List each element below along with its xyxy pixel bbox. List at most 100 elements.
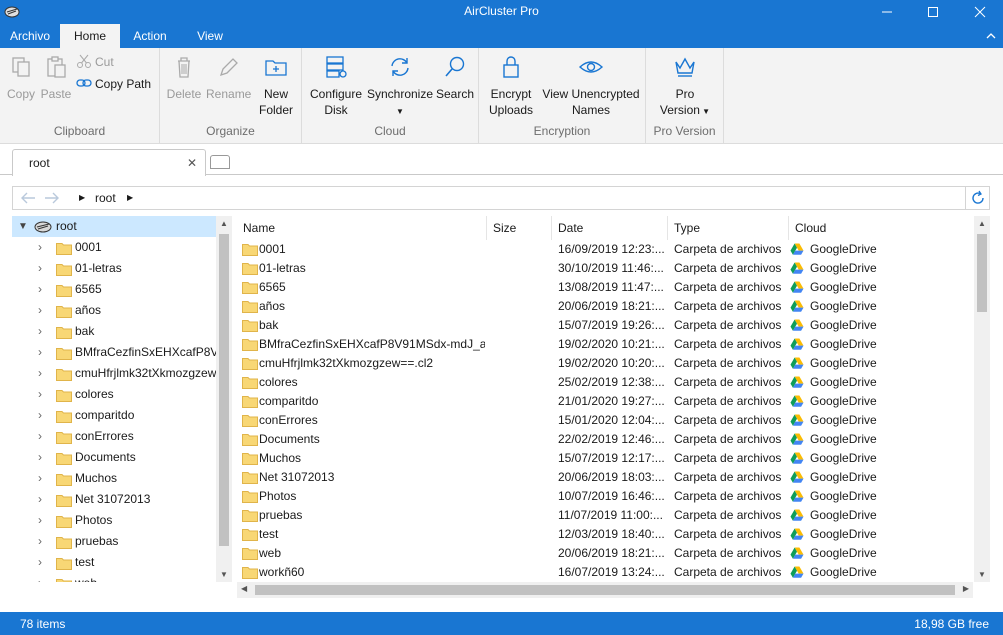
breadcrumb-arrow-icon[interactable]: ▶ [79, 193, 85, 202]
maximize-button[interactable] [910, 0, 956, 24]
configure-disk-button[interactable]: Configure Disk [308, 54, 364, 118]
chevron-right-icon[interactable]: › [38, 321, 42, 342]
tree-item-label: BMfraCezfinSxEHXcafP8V9 [75, 345, 216, 359]
tree-item[interactable]: › Photos [12, 510, 216, 531]
chevron-right-icon[interactable]: › [38, 405, 42, 426]
table-row[interactable]: test 12/03/2019 18:40:... Carpeta de archi… [237, 525, 973, 544]
table-row[interactable]: colores 25/02/2019 12:38:... Carpeta de ar… [237, 373, 973, 392]
chevron-right-icon[interactable]: › [38, 468, 42, 489]
rename-button[interactable]: Rename [206, 54, 251, 102]
table-row[interactable]: 6565 13/08/2019 11:47:... Carpeta de archi… [237, 278, 973, 297]
table-row[interactable]: 01-letras 30/10/2019 11:46:... Carpeta de … [237, 259, 973, 278]
tree-item[interactable]: › test [12, 552, 216, 573]
tree-item[interactable]: › bak [12, 321, 216, 342]
list-vertical-scrollbar[interactable]: ▲ ▼ [974, 216, 990, 582]
view-unencrypted-names-button[interactable]: View Unencrypted Names [541, 54, 641, 118]
chevron-right-icon[interactable]: › [38, 426, 42, 447]
search-button[interactable]: Search [436, 54, 474, 102]
table-row[interactable]: web 20/06/2019 18:21:... Carpeta de archiv… [237, 544, 973, 563]
table-row[interactable]: Muchos 15/07/2019 12:17:... Carpeta de arc… [237, 449, 973, 468]
column-header-size[interactable]: Size [487, 216, 552, 240]
tree-item[interactable]: › pruebas [12, 531, 216, 552]
tree-item[interactable]: › Net 31072013 [12, 489, 216, 510]
table-row[interactable]: cmuHfrjlmk32tXkmozgzew==.cl2 19/02/2020 1… [237, 354, 973, 373]
tab-archivo[interactable]: Archivo [0, 24, 60, 48]
column-header-date[interactable]: Date [552, 216, 668, 240]
tree-item[interactable]: › cmuHfrjlmk32tXkmozgzew [12, 363, 216, 384]
tree-item[interactable]: › conErrores [12, 426, 216, 447]
tree-item[interactable]: › BMfraCezfinSxEHXcafP8V9 [12, 342, 216, 363]
breadcrumb-root[interactable]: root [95, 191, 116, 205]
tree-item[interactable]: › Muchos [12, 468, 216, 489]
forward-arrow-icon[interactable] [43, 190, 61, 209]
chevron-right-icon[interactable]: › [38, 258, 42, 279]
tree-item[interactable]: › años [12, 300, 216, 321]
file-date: 15/01/2020 12:04:... [558, 413, 665, 427]
tree-vertical-scrollbar[interactable]: ▲ ▼ [216, 216, 232, 582]
column-header-type[interactable]: Type [668, 216, 789, 240]
tree-item-root[interactable]: ▼ root [12, 216, 216, 237]
encrypt-uploads-button[interactable]: Encrypt Uploads [485, 54, 537, 118]
chevron-right-icon[interactable]: › [38, 489, 42, 510]
column-header-name[interactable]: Name [237, 216, 487, 240]
chevron-right-icon[interactable]: › [38, 384, 42, 405]
tab-view[interactable]: View [180, 24, 240, 48]
table-row[interactable]: Photos 10/07/2019 16:46:... Carpeta de arc… [237, 487, 973, 506]
table-row[interactable]: BMfraCezfinSxEHXcafP8V91MSdx-mdJ_a... 19/… [237, 335, 973, 354]
cut-button[interactable]: Cut [76, 53, 114, 71]
table-row[interactable]: conErrores 15/01/2020 12:04:... Carpeta de… [237, 411, 973, 430]
tree-item[interactable]: › 0001 [12, 237, 216, 258]
synchronize-button[interactable]: Synchronize ▼ [366, 54, 434, 120]
file-type: Carpeta de archivos [674, 337, 782, 351]
chevron-right-icon[interactable]: › [38, 363, 42, 384]
chevron-right-icon[interactable]: › [38, 447, 42, 468]
table-row[interactable]: comparitdo 21/01/2020 19:27:... Carpeta de… [237, 392, 973, 411]
tree-item[interactable]: › 6565 [12, 279, 216, 300]
scroll-up-icon: ▲ [978, 219, 986, 228]
close-tab-icon[interactable]: ✕ [187, 156, 197, 170]
collapse-ribbon-icon[interactable] [985, 30, 997, 45]
folder-icon [56, 535, 72, 552]
tab-home[interactable]: Home [60, 24, 120, 48]
back-arrow-icon[interactable] [19, 190, 37, 209]
chevron-right-icon[interactable]: › [38, 510, 42, 531]
table-row[interactable]: workñ60 16/07/2019 13:24:... Carpeta de ar… [237, 563, 973, 582]
chevron-right-icon[interactable]: › [38, 573, 42, 582]
close-window-button[interactable] [957, 0, 1003, 24]
copy-path-button[interactable]: Copy Path [76, 75, 151, 93]
tab-action[interactable]: Action [120, 24, 180, 48]
chevron-right-icon[interactable]: › [38, 552, 42, 573]
tree-item[interactable]: › 01-letras [12, 258, 216, 279]
table-row[interactable]: Net 31072013 20/06/2019 18:03:... Carpeta … [237, 468, 973, 487]
table-row[interactable]: Documents 22/02/2019 12:46:... Carpeta de … [237, 430, 973, 449]
chevron-right-icon[interactable]: › [38, 300, 42, 321]
table-row[interactable]: 0001 16/09/2019 12:23:... Carpeta de archi… [237, 240, 973, 259]
new-folder-button[interactable]: New Folder [256, 54, 296, 118]
table-row[interactable]: bak 15/07/2019 19:26:... Carpeta de archiv… [237, 316, 973, 335]
minimize-button[interactable] [864, 0, 910, 24]
tree-item[interactable]: › web [12, 573, 216, 582]
column-header-cloud[interactable]: Cloud [789, 216, 973, 240]
new-tab-button[interactable] [210, 155, 230, 169]
table-row[interactable]: años 20/06/2019 18:21:... Carpeta de archi… [237, 297, 973, 316]
refresh-button[interactable] [965, 187, 989, 209]
tree-item[interactable]: › comparitdo [12, 405, 216, 426]
tree-item-label: Net 31072013 [75, 492, 151, 506]
chevron-right-icon[interactable]: › [38, 279, 42, 300]
tree-item[interactable]: › Documents [12, 447, 216, 468]
tree-item[interactable]: › colores [12, 384, 216, 405]
pro-version-button[interactable]: Pro Version ▼ [656, 54, 714, 120]
table-row[interactable]: pruebas 11/07/2019 11:00:... Carpeta de ar… [237, 506, 973, 525]
file-date: 15/07/2019 12:17:... [558, 451, 665, 465]
chevron-down-icon[interactable]: ▼ [18, 216, 28, 237]
list-horizontal-scrollbar[interactable]: ◀ ▶ [237, 582, 973, 598]
breadcrumb-arrow-icon[interactable]: ▶ [127, 193, 133, 202]
tab-root[interactable]: root ✕ [12, 149, 206, 176]
chevron-right-icon[interactable]: › [38, 531, 42, 552]
chevron-right-icon[interactable]: › [38, 237, 42, 258]
tree-horizontal-scrollbar[interactable] [12, 582, 232, 598]
copy-button[interactable]: Copy [6, 54, 36, 102]
delete-button[interactable]: Delete [166, 54, 202, 102]
paste-button[interactable]: Paste [40, 54, 72, 102]
chevron-right-icon[interactable]: › [38, 342, 42, 363]
